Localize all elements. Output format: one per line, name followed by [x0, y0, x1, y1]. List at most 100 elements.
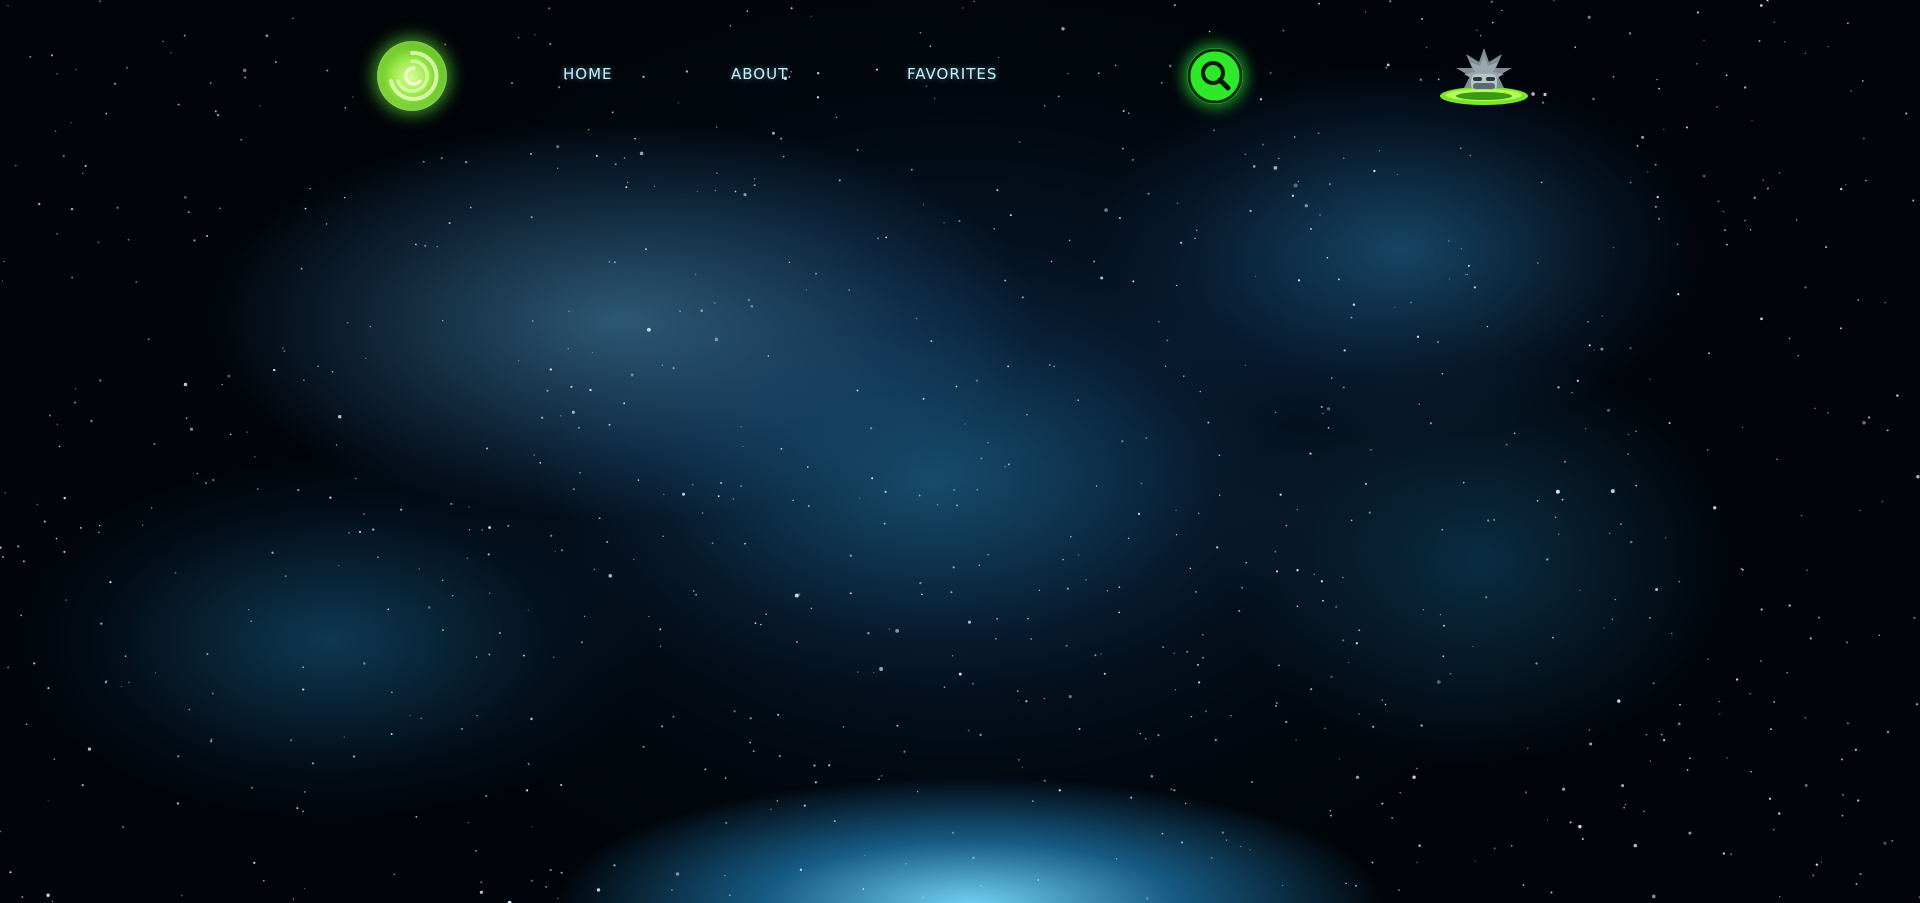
star	[814, 272, 818, 275]
star	[248, 609, 250, 611]
star	[229, 433, 232, 436]
star	[883, 522, 886, 525]
star	[659, 628, 662, 631]
star	[1462, 481, 1465, 484]
star	[1320, 580, 1324, 583]
star	[691, 483, 694, 486]
star	[1068, 239, 1071, 242]
star	[75, 388, 77, 390]
star	[1713, 506, 1717, 510]
nav-favorites-link[interactable]: FAVORITES	[907, 64, 997, 84]
star	[1368, 511, 1371, 514]
star	[1164, 365, 1167, 367]
star	[1297, 279, 1301, 282]
star	[309, 187, 311, 190]
star	[1017, 690, 1019, 692]
star	[1342, 157, 1345, 160]
star	[637, 479, 640, 481]
star	[1394, 306, 1396, 308]
star	[1443, 624, 1445, 627]
star	[141, 524, 144, 526]
star	[20, 614, 23, 617]
star	[84, 164, 87, 167]
star	[1204, 710, 1207, 713]
star	[284, 575, 287, 578]
portal-logo-icon[interactable]	[377, 41, 447, 111]
nav-home-link[interactable]: HOME	[563, 64, 613, 84]
star	[878, 778, 880, 781]
star	[1466, 273, 1469, 276]
star	[1278, 664, 1280, 667]
star	[1146, 897, 1149, 900]
star	[1358, 629, 1361, 632]
star	[47, 687, 50, 690]
star	[895, 629, 899, 633]
star	[1161, 832, 1164, 835]
nav-about-link[interactable]: ABOUT	[731, 64, 788, 84]
star	[1634, 430, 1637, 433]
star	[1127, 537, 1130, 540]
star	[1473, 286, 1477, 289]
star	[1441, 373, 1444, 375]
star	[488, 526, 492, 529]
star	[1027, 617, 1029, 620]
star	[589, 388, 592, 392]
star	[302, 810, 304, 813]
star	[1058, 789, 1062, 792]
star	[717, 495, 720, 498]
star	[116, 206, 119, 209]
star	[1275, 570, 1279, 573]
star	[479, 890, 483, 894]
star	[1337, 278, 1340, 281]
star	[921, 896, 924, 899]
star	[1186, 650, 1189, 653]
star	[1326, 407, 1331, 411]
star	[343, 736, 346, 738]
star	[56, 233, 58, 235]
star	[1116, 858, 1118, 860]
rick-portal-avatar-icon[interactable]	[1438, 44, 1530, 108]
star	[1184, 802, 1187, 805]
star	[1588, 344, 1591, 347]
star	[1275, 705, 1278, 707]
search-button[interactable]	[1187, 48, 1243, 104]
star	[1677, 293, 1680, 296]
star	[1050, 260, 1053, 263]
star	[753, 178, 756, 180]
star	[1150, 774, 1154, 778]
star	[1118, 611, 1121, 614]
star	[568, 310, 570, 313]
star	[1551, 636, 1555, 639]
star	[1689, 757, 1691, 760]
star	[262, 879, 265, 882]
star	[1620, 523, 1622, 525]
star	[1881, 501, 1883, 503]
star	[124, 655, 127, 657]
star	[633, 558, 635, 561]
star	[522, 654, 525, 657]
star	[1355, 642, 1359, 645]
star	[33, 662, 36, 665]
star	[571, 410, 575, 414]
star	[971, 682, 974, 685]
star	[105, 679, 108, 683]
star	[183, 382, 188, 387]
star	[363, 662, 366, 665]
star	[1814, 407, 1816, 410]
star	[1327, 427, 1330, 429]
star	[572, 488, 575, 491]
star	[1162, 646, 1165, 649]
star	[557, 897, 559, 899]
star	[1494, 847, 1496, 850]
star	[553, 656, 555, 658]
star	[1707, 658, 1710, 661]
star	[879, 667, 884, 671]
star	[910, 168, 913, 171]
star	[1912, 199, 1915, 202]
star	[1190, 715, 1193, 718]
star	[1522, 884, 1525, 886]
star	[1384, 703, 1387, 706]
star	[7, 666, 10, 669]
star	[539, 462, 542, 464]
star	[467, 821, 470, 824]
